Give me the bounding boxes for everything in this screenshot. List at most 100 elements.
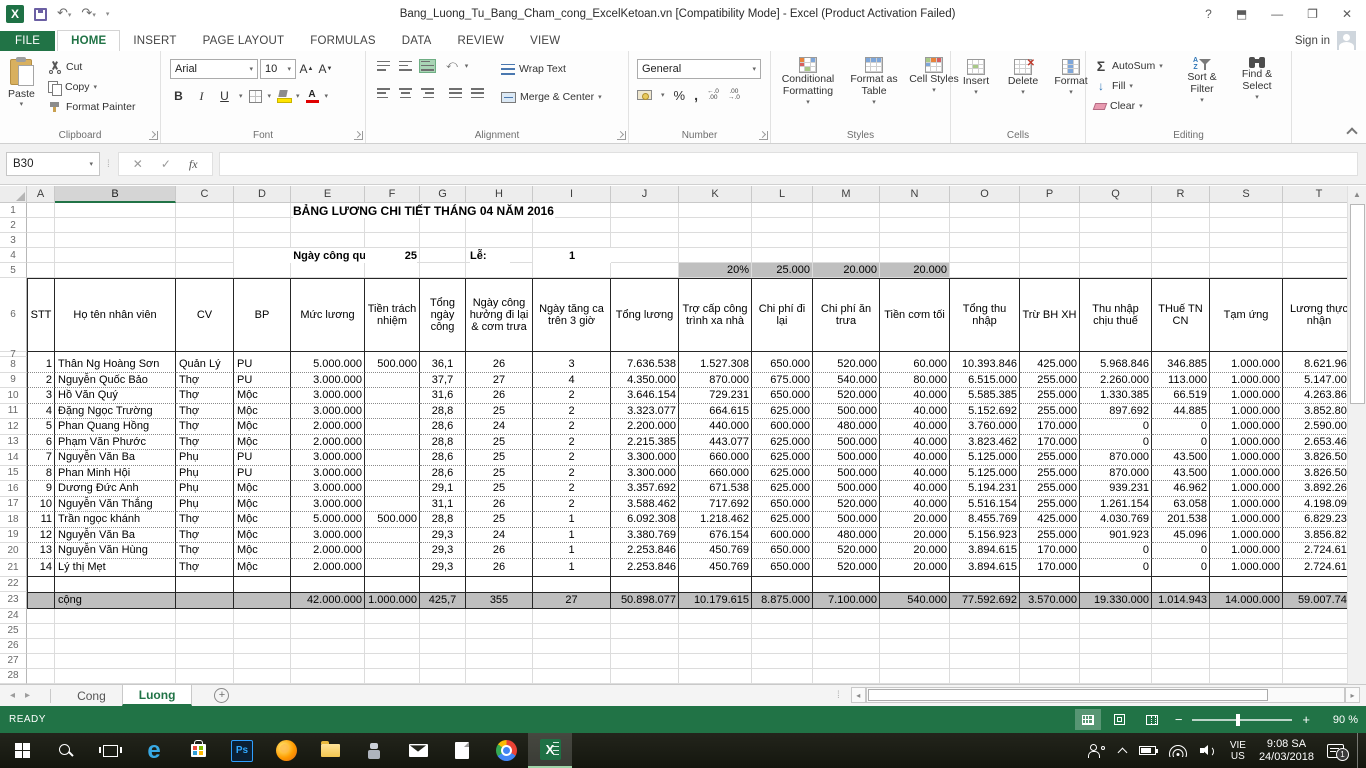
cell[interactable] — [55, 248, 176, 263]
cell[interactable]: 2.215.385 — [611, 435, 679, 451]
cell[interactable] — [55, 654, 176, 669]
save-icon[interactable] — [34, 8, 47, 21]
cell[interactable]: Mộc — [234, 481, 291, 497]
font-size-select[interactable]: 10▾ — [260, 59, 296, 79]
fill-color-icon[interactable] — [277, 90, 290, 103]
cell[interactable] — [1283, 263, 1347, 278]
cancel-entry-icon[interactable]: ✕ — [133, 157, 143, 171]
cell[interactable]: 625.000 — [752, 435, 813, 451]
language-indicator[interactable]: VIEUS — [1230, 740, 1246, 762]
cell[interactable] — [234, 609, 291, 624]
cell[interactable]: 9 — [27, 481, 55, 497]
cell[interactable]: 63.058 — [1152, 497, 1210, 513]
column-header-E[interactable]: E — [291, 186, 365, 203]
header-cell[interactable]: Ngày tăng ca trên 3 giờ — [533, 278, 611, 352]
cell[interactable] — [420, 218, 466, 233]
cell[interactable] — [365, 639, 420, 654]
cell[interactable] — [176, 639, 234, 654]
cell[interactable] — [27, 669, 55, 684]
bold-button[interactable]: B — [170, 87, 187, 105]
cell[interactable] — [752, 669, 813, 684]
cell[interactable]: 6.515.000 — [950, 373, 1020, 389]
cell[interactable] — [611, 624, 679, 639]
cell[interactable] — [234, 624, 291, 639]
row-header-20[interactable]: 20 — [0, 543, 27, 559]
cell[interactable]: Dương Đức Anh — [55, 481, 176, 497]
cell[interactable]: 4 — [27, 404, 55, 420]
header-cell[interactable]: Trừ BH XH — [1020, 278, 1080, 352]
namebox-splitter[interactable]: ⁞ — [107, 159, 111, 170]
show-desktop-button[interactable] — [1357, 733, 1362, 768]
sheet-tab-luong[interactable]: Luong — [122, 685, 193, 706]
cell[interactable]: Nguyễn Văn Ba — [55, 528, 176, 544]
battery-icon[interactable] — [1139, 746, 1156, 755]
align-left-icon[interactable] — [376, 87, 391, 99]
cell[interactable] — [365, 435, 420, 451]
delete-cells-button[interactable]: ✕ Delete▾ — [1003, 59, 1043, 99]
cell[interactable] — [1020, 263, 1080, 278]
cell[interactable] — [1152, 248, 1210, 263]
cell[interactable] — [176, 669, 234, 684]
notification-center-icon[interactable]: 1 — [1327, 744, 1344, 758]
cell[interactable] — [365, 404, 420, 420]
cell[interactable] — [1020, 609, 1080, 624]
total-cell[interactable]: 59.007.749 — [1283, 592, 1347, 609]
cell[interactable] — [533, 577, 611, 592]
edge-button[interactable]: e — [132, 733, 176, 768]
cell[interactable] — [950, 203, 1020, 218]
cell[interactable]: 1.000.000 — [1210, 512, 1283, 528]
total-cell[interactable]: 1.014.943 — [1152, 592, 1210, 609]
cell[interactable]: 1.000.000 — [1210, 404, 1283, 420]
cell[interactable] — [1210, 263, 1283, 278]
wrap-text-button[interactable]: Wrap Text — [501, 59, 566, 79]
cell[interactable] — [1080, 639, 1152, 654]
cell[interactable]: 6.829.231 — [1283, 512, 1347, 528]
cell[interactable]: 1.000.000 — [1210, 466, 1283, 482]
cell[interactable]: Phạm Văn Phước — [55, 435, 176, 451]
cell[interactable]: 5.968.846 — [1080, 357, 1152, 373]
cell[interactable] — [679, 624, 752, 639]
cell[interactable]: 3.000.000 — [291, 388, 365, 404]
column-header-G[interactable]: G — [420, 186, 466, 203]
paste-button[interactable]: Paste ▾ — [8, 55, 35, 108]
scroll-up-icon[interactable]: ▲ — [1348, 186, 1366, 203]
cell[interactable]: 3.892.269 — [1283, 481, 1347, 497]
cell[interactable]: Mộc — [234, 404, 291, 420]
header-cell[interactable]: Mức lương — [291, 278, 365, 352]
cell[interactable] — [813, 624, 880, 639]
row-header-12[interactable]: 12 — [0, 419, 27, 435]
cell[interactable]: 897.692 — [1080, 404, 1152, 420]
cell[interactable] — [611, 218, 679, 233]
cell[interactable] — [365, 577, 420, 592]
cell[interactable]: 2 — [533, 497, 611, 513]
cell[interactable]: 625.000 — [752, 466, 813, 482]
cell[interactable]: 0 — [1152, 559, 1210, 577]
cell[interactable] — [1283, 609, 1347, 624]
cell[interactable]: 425.000 — [1020, 512, 1080, 528]
cell[interactable]: 4.030.769 — [1080, 512, 1152, 528]
cell[interactable]: 650.000 — [752, 559, 813, 577]
cell[interactable] — [420, 248, 466, 263]
cell[interactable] — [1020, 669, 1080, 684]
cell[interactable] — [813, 639, 880, 654]
cell[interactable] — [950, 233, 1020, 248]
column-header-Q[interactable]: Q — [1080, 186, 1152, 203]
cell[interactable]: 113.000 — [1152, 373, 1210, 389]
ribbon-tab-page-layout[interactable]: PAGE LAYOUT — [190, 31, 298, 51]
cell[interactable]: 480.000 — [813, 419, 880, 435]
total-cell[interactable]: cộng — [55, 592, 176, 609]
row-header-13[interactable]: 13 — [0, 435, 27, 451]
cell[interactable]: 2 — [27, 373, 55, 389]
underline-button[interactable]: U — [216, 87, 233, 105]
cell[interactable] — [752, 203, 813, 218]
column-header-B[interactable]: B — [55, 186, 176, 203]
cell[interactable] — [950, 263, 1020, 278]
cell[interactable] — [1210, 577, 1283, 592]
file-explorer-button[interactable] — [308, 733, 352, 768]
row-header-6[interactable]: 6 — [0, 278, 27, 352]
cell[interactable] — [679, 233, 752, 248]
cell[interactable]: 4.263.866 — [1283, 388, 1347, 404]
cell[interactable] — [950, 577, 1020, 592]
cell[interactable] — [466, 609, 533, 624]
header-cell[interactable]: Ngày công hưởng đi lại & cơm trưa — [466, 278, 533, 352]
